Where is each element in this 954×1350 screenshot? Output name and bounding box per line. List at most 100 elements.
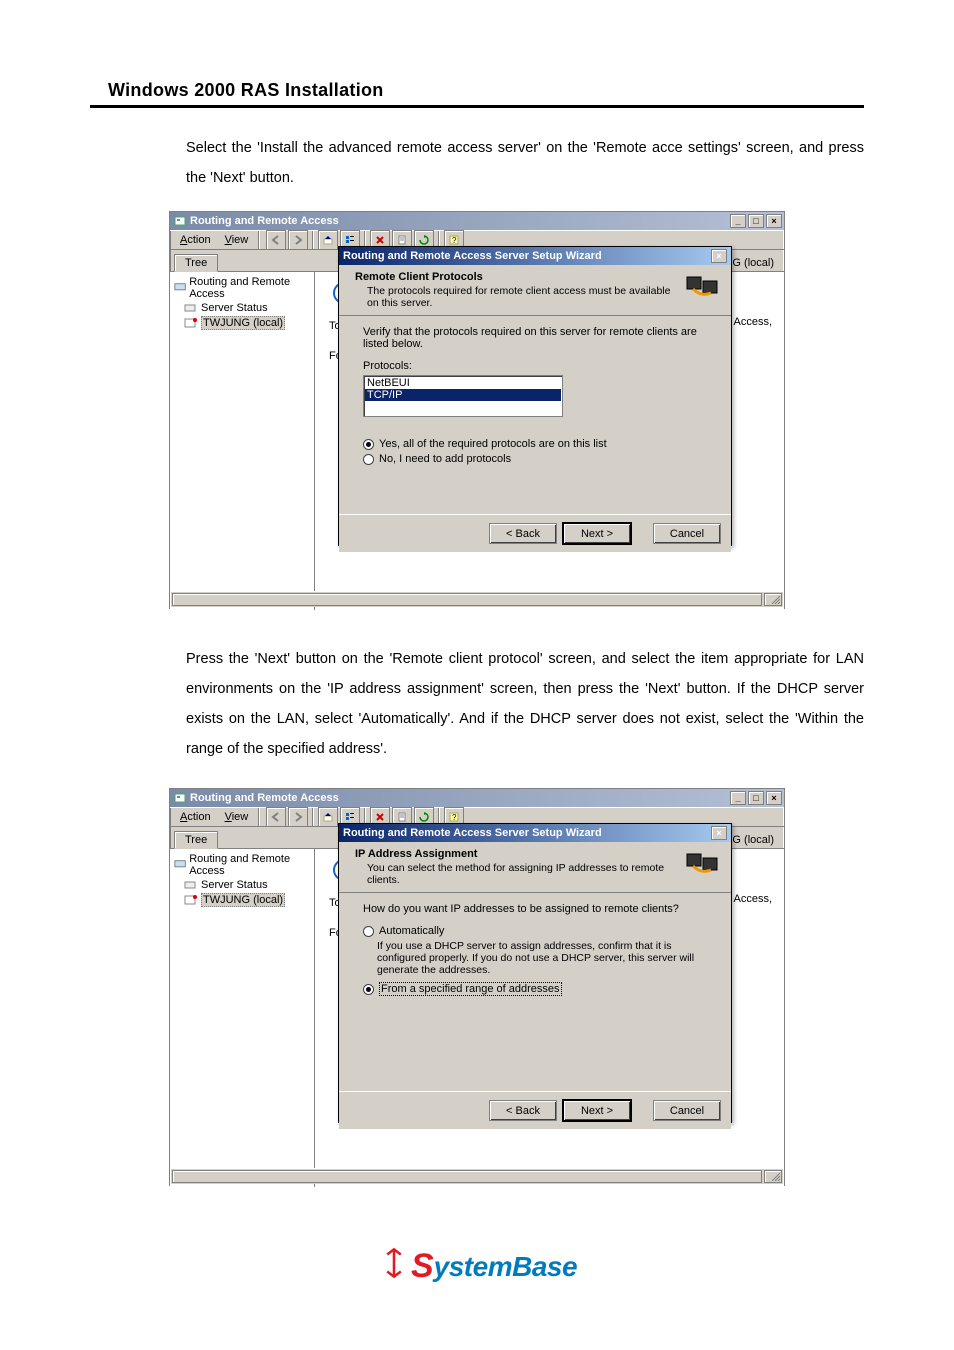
tree-root[interactable]: Routing and Remote Access xyxy=(174,276,310,300)
tree-pane[interactable]: Routing and Remote Access Server Status … xyxy=(170,272,315,610)
footer-logo: SystemBase xyxy=(90,1246,864,1287)
status-icon xyxy=(184,879,198,891)
wizard-step-title: Remote Client Protocols xyxy=(355,271,685,283)
app-window: Routing and Remote Access _ □ × Action V… xyxy=(169,788,785,1186)
heading-divider xyxy=(90,105,864,108)
server-local-icon xyxy=(184,317,198,329)
wizard-titlebar[interactable]: Routing and Remote Access Server Setup W… xyxy=(339,247,731,265)
intro-paragraph-1: Select the 'Install the advanced remote … xyxy=(186,134,864,193)
close-button[interactable]: × xyxy=(766,214,782,228)
wizard-close-button[interactable]: × xyxy=(711,249,727,263)
server-local-icon xyxy=(184,894,198,906)
resize-grip[interactable] xyxy=(764,1170,782,1183)
tab-tree[interactable]: Tree xyxy=(174,254,218,272)
radio-range-label: From a specified range of addresses xyxy=(379,982,562,996)
menu-action-label: ction xyxy=(187,234,210,246)
radio-no-label: No, I need to add protocols xyxy=(379,453,511,465)
svg-text:?: ? xyxy=(452,813,457,822)
tree-status-label: Server Status xyxy=(201,302,268,314)
app-icon xyxy=(174,215,186,227)
menu-action[interactable]: Action xyxy=(174,232,217,248)
wizard-header-icon xyxy=(685,271,721,301)
tree-local-server[interactable]: TWJUNG (local) xyxy=(184,893,310,907)
maximize-button[interactable]: □ xyxy=(748,214,764,228)
tree-local-server[interactable]: TWJUNG (local) xyxy=(184,316,310,330)
list-item[interactable]: NetBEUI xyxy=(365,377,561,389)
screenshot-1: Routing and Remote Access _ □ × Action V… xyxy=(90,211,864,609)
logo-rest: ystemBase xyxy=(434,1251,577,1283)
back-button[interactable]: < Back xyxy=(489,1100,557,1121)
up-button[interactable] xyxy=(318,230,338,250)
tree-root[interactable]: Routing and Remote Access xyxy=(174,853,310,877)
statusbar xyxy=(171,1168,783,1184)
minimize-button[interactable]: _ xyxy=(730,791,746,805)
wizard-title: Routing and Remote Access Server Setup W… xyxy=(343,827,711,839)
wizard-titlebar[interactable]: Routing and Remote Access Server Setup W… xyxy=(339,824,731,842)
up-button[interactable] xyxy=(318,807,338,827)
wizard-question: How do you want IP addresses to be assig… xyxy=(363,903,707,915)
tab-tree[interactable]: Tree xyxy=(174,831,218,849)
window-title: Routing and Remote Access xyxy=(190,215,730,227)
radio-icon xyxy=(363,439,374,450)
wizard-close-button[interactable]: × xyxy=(711,826,727,840)
wizard-dialog: Routing and Remote Access Server Setup W… xyxy=(338,246,732,546)
tree-server-status[interactable]: Server Status xyxy=(184,302,310,314)
radio-auto-label: Automatically xyxy=(379,925,444,937)
nav-back-button[interactable] xyxy=(266,230,286,250)
status-cell xyxy=(172,593,762,606)
radio-specified-range[interactable]: From a specified range of addresses xyxy=(363,982,707,996)
mid-paragraph: Press the 'Next' button on the 'Remote c… xyxy=(186,645,864,764)
wizard-buttons: < Back Next > Cancel xyxy=(339,1091,731,1129)
radio-no[interactable]: No, I need to add protocols xyxy=(363,453,707,465)
wizard-body: Verify that the protocols required on th… xyxy=(339,316,731,514)
radio-icon xyxy=(363,454,374,465)
server-icon xyxy=(174,859,186,871)
menu-view-label: iew xyxy=(232,234,249,246)
titlebar[interactable]: Routing and Remote Access _ □ × xyxy=(170,789,784,807)
page-heading: Windows 2000 RAS Installation xyxy=(90,80,864,105)
protocols-label: Protocols: xyxy=(363,360,707,372)
maximize-button[interactable]: □ xyxy=(748,791,764,805)
radio-yes[interactable]: Yes, all of the required protocols are o… xyxy=(363,438,707,450)
menu-view[interactable]: View xyxy=(219,809,255,825)
close-button[interactable]: × xyxy=(766,791,782,805)
resize-grip[interactable] xyxy=(764,593,782,606)
minimize-button[interactable]: _ xyxy=(730,214,746,228)
tree-pane[interactable]: Routing and Remote Access Server Status … xyxy=(170,849,315,1187)
server-icon xyxy=(174,282,186,294)
tree-server-status[interactable]: Server Status xyxy=(184,879,310,891)
logo-s: S xyxy=(411,1247,434,1286)
wizard-title: Routing and Remote Access Server Setup W… xyxy=(343,250,711,262)
wizard-verify-text: Verify that the protocols required on th… xyxy=(363,326,707,350)
tree-root-label: Routing and Remote Access xyxy=(189,853,310,877)
titlebar[interactable]: Routing and Remote Access _ □ × xyxy=(170,212,784,230)
auto-note: If you use a DHCP server to assign addre… xyxy=(377,940,707,976)
menu-view[interactable]: View xyxy=(219,232,255,248)
radio-icon xyxy=(363,984,374,995)
wizard-header: Remote Client Protocols The protocols re… xyxy=(339,265,731,316)
toolbar-separator-2 xyxy=(312,231,314,249)
screenshot-2: Routing and Remote Access _ □ × Action V… xyxy=(90,788,864,1186)
wizard-step-title: IP Address Assignment xyxy=(355,848,685,860)
menu-action[interactable]: Action xyxy=(174,809,217,825)
list-item[interactable]: TCP/IP xyxy=(365,389,561,401)
logo-mark-icon xyxy=(377,1246,411,1287)
nav-forward-button[interactable] xyxy=(288,807,308,827)
nav-forward-button[interactable] xyxy=(288,230,308,250)
wizard-header-icon xyxy=(685,848,721,878)
nav-back-button[interactable] xyxy=(266,807,286,827)
tree-status-label: Server Status xyxy=(201,879,268,891)
cancel-button[interactable]: Cancel xyxy=(653,523,721,544)
cancel-button[interactable]: Cancel xyxy=(653,1100,721,1121)
wizard-step-subtitle: The protocols required for remote client… xyxy=(367,285,685,309)
back-button[interactable]: < Back xyxy=(489,523,557,544)
tree-root-label: Routing and Remote Access xyxy=(189,276,310,300)
next-button[interactable]: Next > xyxy=(563,1100,631,1121)
toolbar-separator xyxy=(258,231,260,249)
radio-automatically[interactable]: Automatically xyxy=(363,925,707,937)
next-button[interactable]: Next > xyxy=(563,523,631,544)
radio-yes-label: Yes, all of the required protocols are o… xyxy=(379,438,607,450)
protocols-listbox[interactable]: NetBEUI TCP/IP xyxy=(363,375,563,417)
wizard-body: How do you want IP addresses to be assig… xyxy=(339,893,731,1091)
app-window: Routing and Remote Access _ □ × Action V… xyxy=(169,211,785,609)
